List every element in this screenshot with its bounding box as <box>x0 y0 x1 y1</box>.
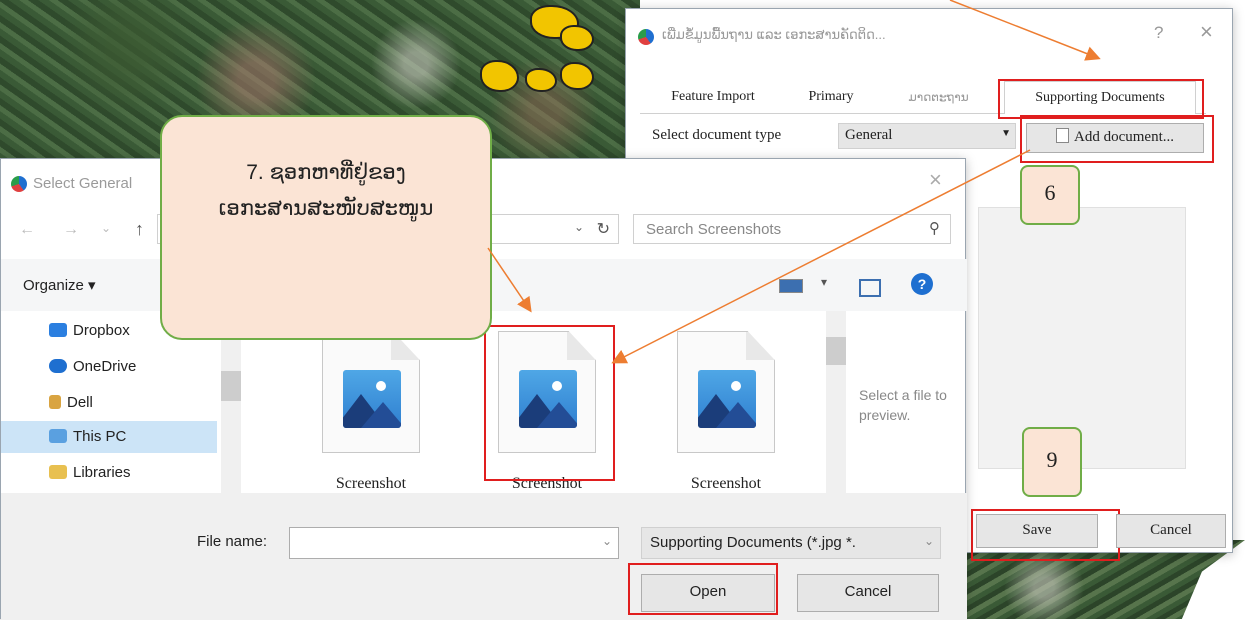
arrow-to-tab <box>949 0 1101 61</box>
arrow-to-file <box>487 247 532 313</box>
annotation-arrows <box>487 0 1101 364</box>
arrow-from-add-document <box>611 149 1031 364</box>
